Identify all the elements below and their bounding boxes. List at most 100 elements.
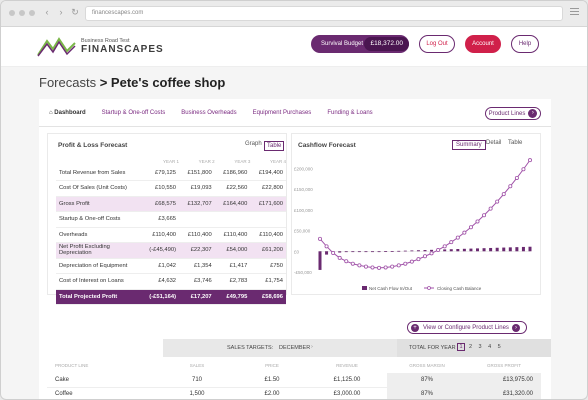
- cashflow-chart: £200,000 £150,000 £100,000 £50,000 £0 -£50,00…: [294, 158, 532, 291]
- tab-dashboard[interactable]: Dashboard: [49, 110, 85, 116]
- net-cash-bar: [508, 247, 512, 252]
- revenue-cell: £3,000.00: [307, 387, 387, 399]
- help-button[interactable]: Help: [511, 35, 539, 53]
- pl-cell: £19,093: [179, 180, 215, 197]
- nav-arrows: ‹ › ↻: [41, 7, 81, 18]
- product-name: Coffee: [47, 387, 157, 399]
- back-arrow-icon[interactable]: ‹: [41, 7, 53, 18]
- minimize-dot-icon[interactable]: [19, 10, 25, 16]
- profit-loss-title: Profit & Loss Forecast: [58, 142, 128, 149]
- year-option[interactable]: 2: [467, 344, 475, 350]
- arrow-right-icon: ›: [511, 323, 520, 332]
- net-cash-bar: [351, 251, 355, 253]
- browser-window: ‹ › ↻ financescapes.com Business Road Te…: [0, 0, 588, 400]
- account-button[interactable]: Account: [465, 35, 501, 53]
- closing-balance-point: [409, 259, 414, 264]
- table-toggle[interactable]: Table: [264, 141, 285, 151]
- forward-arrow-icon[interactable]: ›: [55, 7, 67, 18]
- sales-cell[interactable]: 710: [157, 373, 237, 388]
- address-bar[interactable]: financescapes.com: [85, 6, 563, 21]
- page-title: Forecasts > Pete's coffee shop: [39, 75, 225, 90]
- pl-cell: £2,783: [214, 273, 251, 290]
- net-cash-bar: [449, 249, 453, 252]
- y-tick-label: £0: [294, 249, 300, 254]
- closing-balance-point: [363, 264, 368, 269]
- pl-row: Overheads £110,400 £110,400 £110,400 £110,40…: [56, 227, 286, 243]
- reload-icon[interactable]: ↻: [69, 7, 81, 18]
- table-row[interactable]: Cake 710 £1.50 £1,125.00 87% £13,975.00: [47, 373, 541, 388]
- pl-cell: £110,400: [214, 227, 251, 243]
- closing-balance-point: [357, 263, 362, 268]
- survival-budget-badge[interactable]: Survival Budget £18,372.00: [311, 35, 409, 53]
- price-cell[interactable]: £1.50: [237, 373, 307, 388]
- browser-menu-icon[interactable]: [570, 8, 579, 17]
- pl-cell: £164,400: [214, 196, 251, 212]
- margin-cell: 87%: [387, 387, 467, 399]
- net-cash-bar: [344, 251, 348, 253]
- month-selector[interactable]: DECEMBER: [279, 345, 310, 351]
- logout-button[interactable]: Log Out: [419, 35, 455, 53]
- pl-cell: £58,696: [250, 289, 286, 305]
- net-cash-bar: [430, 249, 434, 252]
- table-row[interactable]: Coffee 1,500 £2.00 £3,000.00 87% £31,320…: [47, 387, 541, 399]
- logo[interactable]: Business Road Test FINANSCAPES: [37, 35, 164, 57]
- tab-equipment-purchases[interactable]: Equipment Purchases: [253, 110, 312, 116]
- price-cell[interactable]: £2.00: [237, 387, 307, 399]
- next-month-icon[interactable]: ›: [311, 344, 313, 350]
- breadcrumb-section[interactable]: Forecasts: [39, 75, 96, 90]
- product-lines-button[interactable]: Product Lines ›: [485, 107, 541, 120]
- detail-toggle[interactable]: Detail: [486, 140, 501, 146]
- tab-startup-costs[interactable]: Startup & One-off Costs: [102, 110, 166, 116]
- closing-balance-point: [462, 230, 467, 235]
- year-option[interactable]: 3: [476, 344, 484, 350]
- y-tick-label: £150,000: [294, 187, 313, 192]
- pl-row: Gross Profit £68,575 £132,707 £164,400 £171,…: [56, 196, 286, 212]
- net-cash-bar: [482, 248, 486, 252]
- net-cash-bar: [371, 251, 374, 253]
- legend-label: Closing Cash Balance: [437, 286, 482, 291]
- year-header: YEAR 4: [269, 158, 286, 164]
- table-view-toggle[interactable]: Table: [508, 140, 522, 146]
- breadcrumb-chevron: >: [99, 75, 108, 90]
- tab-funding-loans[interactable]: Funding & Loans: [327, 110, 372, 116]
- pl-cell: £4,632: [140, 273, 180, 290]
- summary-toggle[interactable]: Summary: [452, 140, 486, 150]
- mountain-logo-icon: [37, 37, 76, 57]
- closing-balance-point: [442, 244, 447, 249]
- product-name: Cake: [47, 373, 157, 388]
- net-cash-bar: [528, 246, 532, 252]
- pl-cell: £17,207: [179, 289, 215, 305]
- close-dot-icon[interactable]: [9, 10, 15, 16]
- pl-row-label: Total Revenue from Sales: [56, 165, 140, 181]
- window-controls: [9, 10, 35, 16]
- pl-row-label: Depreciation of Equipment: [56, 258, 140, 274]
- year-option[interactable]: 4: [486, 344, 494, 350]
- profit-loss-card: Profit & Loss Forecast Graph Table YEAR …: [47, 133, 287, 305]
- column-header: GROSS PROFIT: [486, 362, 521, 368]
- pl-cell: £10,550: [140, 180, 180, 197]
- tab-business-overheads[interactable]: Business Overheads: [181, 110, 236, 116]
- pl-cell: £1,354: [179, 258, 215, 274]
- graph-toggle[interactable]: Graph: [245, 141, 262, 147]
- closing-balance-point: [521, 167, 526, 172]
- column-header: GROSS MARGIN: [409, 362, 445, 368]
- net-cash-bar: [410, 250, 414, 252]
- total-for-year-label: TOTAL FOR YEAR: [409, 345, 456, 351]
- profit-loss-table: YEAR 1 YEAR 2 YEAR 3 YEAR 4 Total Revenu…: [56, 157, 286, 305]
- view-configure-product-lines-button[interactable]: + View or Configure Product Lines ›: [407, 321, 527, 334]
- closing-balance-point: [475, 219, 480, 224]
- pl-row-label: Startup & One-off Costs: [56, 211, 140, 228]
- sales-cell[interactable]: 1,500: [157, 387, 237, 399]
- year-option[interactable]: 1: [457, 343, 465, 351]
- cashflow-title: Cashflow Forecast: [298, 142, 356, 149]
- closing-balance-point: [527, 158, 532, 163]
- pl-row-label: Total Projected Profit: [56, 289, 140, 305]
- business-name: Pete's coffee shop: [110, 75, 226, 90]
- net-cash-bar: [443, 249, 447, 252]
- closing-balance-point: [390, 264, 395, 269]
- maximize-dot-icon[interactable]: [29, 10, 35, 16]
- closing-balance-point: [324, 244, 329, 249]
- year-option[interactable]: 5: [495, 344, 503, 350]
- pl-row: Net Profit Excluding Depreciation (-£45,4…: [56, 242, 286, 259]
- total-for-year-bar: TOTAL FOR YEAR 1 2 3 4 5: [397, 339, 551, 357]
